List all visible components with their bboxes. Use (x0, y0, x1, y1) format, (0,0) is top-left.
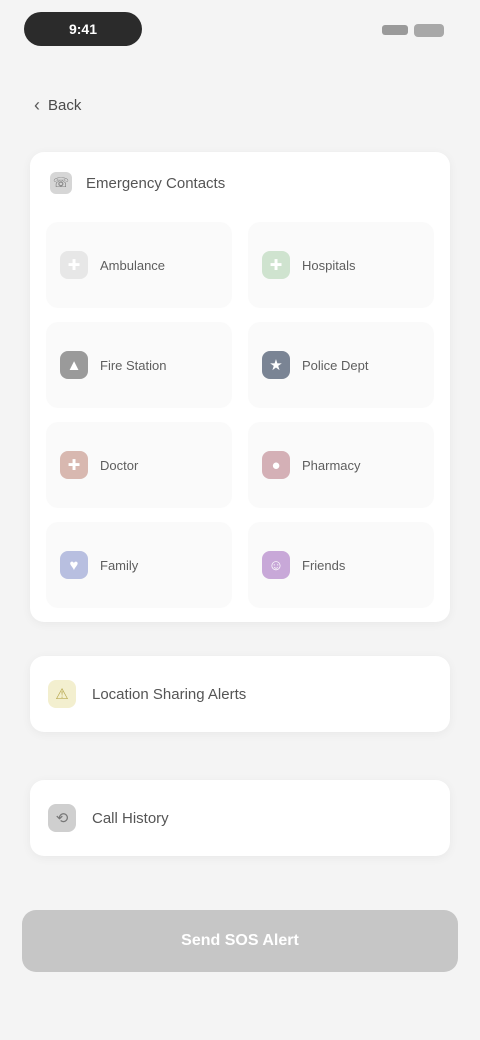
status-indicators (382, 22, 444, 38)
contacts-grid: ✚ Ambulance ✚ Hospitals ▲ Fire Station ★ Police… (46, 222, 434, 622)
contact-tile-label: Fire Station (100, 357, 167, 373)
history-icon: ⟲ (48, 804, 76, 832)
contacts-grid-row: ✚ Doctor ● Pharmacy (46, 422, 434, 522)
back-button[interactable]: ‹ Back (34, 94, 96, 116)
hospital-icon: ✚ (262, 251, 290, 279)
contact-tile[interactable]: ♥ Family (46, 522, 232, 608)
contacts-grid-row: ✚ Ambulance ✚ Hospitals (46, 222, 434, 322)
contact-tile[interactable]: ● Pharmacy (248, 422, 434, 508)
phone-icon: ☏ (50, 172, 72, 194)
emergency-contacts-card: ☏ Emergency Contacts ✚ Ambulance ✚ Hospital… (30, 152, 450, 622)
contact-tile-label: Doctor (100, 457, 139, 473)
contact-tile[interactable]: ✚ Doctor (46, 422, 232, 508)
contact-tile-label: Family (100, 557, 139, 573)
alert-icon: ⚠ (48, 680, 76, 708)
chevron-left-icon: ‹ (34, 95, 40, 115)
status-time: 9:41 (68, 21, 98, 37)
fire-icon: ▲ (60, 351, 88, 379)
battery-icon (414, 23, 444, 37)
signal-icon (382, 25, 408, 35)
location-alerts-row[interactable]: ⚠ Location Sharing Alerts (30, 656, 450, 732)
back-label: Back (48, 96, 82, 114)
family-icon: ♥ (60, 551, 88, 579)
call-history-row[interactable]: ⟲ Call History (30, 780, 450, 856)
contacts-grid-row: ▲ Fire Station ★ Police Dept (46, 322, 434, 422)
pharmacy-icon: ● (262, 451, 290, 479)
contact-tile-label: Friends (302, 557, 346, 573)
send-sos-button[interactable]: Send SOS Alert (22, 910, 458, 972)
contact-tile[interactable]: ✚ Ambulance (46, 222, 232, 308)
doctor-icon: ✚ (60, 451, 88, 479)
contact-tile-label: Pharmacy (302, 457, 361, 473)
contacts-grid-row: ♥ Family ☺ Friends (46, 522, 434, 622)
status-time-pill: 9:41 (24, 12, 142, 46)
card-title: Emergency Contacts (86, 174, 226, 192)
friends-icon: ☺ (262, 551, 290, 579)
contact-tile[interactable]: ☺ Friends (248, 522, 434, 608)
contact-tile-label: Hospitals (302, 257, 356, 273)
contact-tile[interactable]: ★ Police Dept (248, 322, 434, 408)
contact-tile[interactable]: ✚ Hospitals (248, 222, 434, 308)
police-icon: ★ (262, 351, 290, 379)
ambulance-icon: ✚ (60, 251, 88, 279)
contact-tile[interactable]: ▲ Fire Station (46, 322, 232, 408)
call-history-label: Call History (92, 809, 169, 827)
contact-tile-label: Ambulance (100, 257, 166, 273)
contact-tile-label: Police Dept (302, 357, 369, 373)
location-alerts-label: Location Sharing Alerts (92, 685, 247, 703)
